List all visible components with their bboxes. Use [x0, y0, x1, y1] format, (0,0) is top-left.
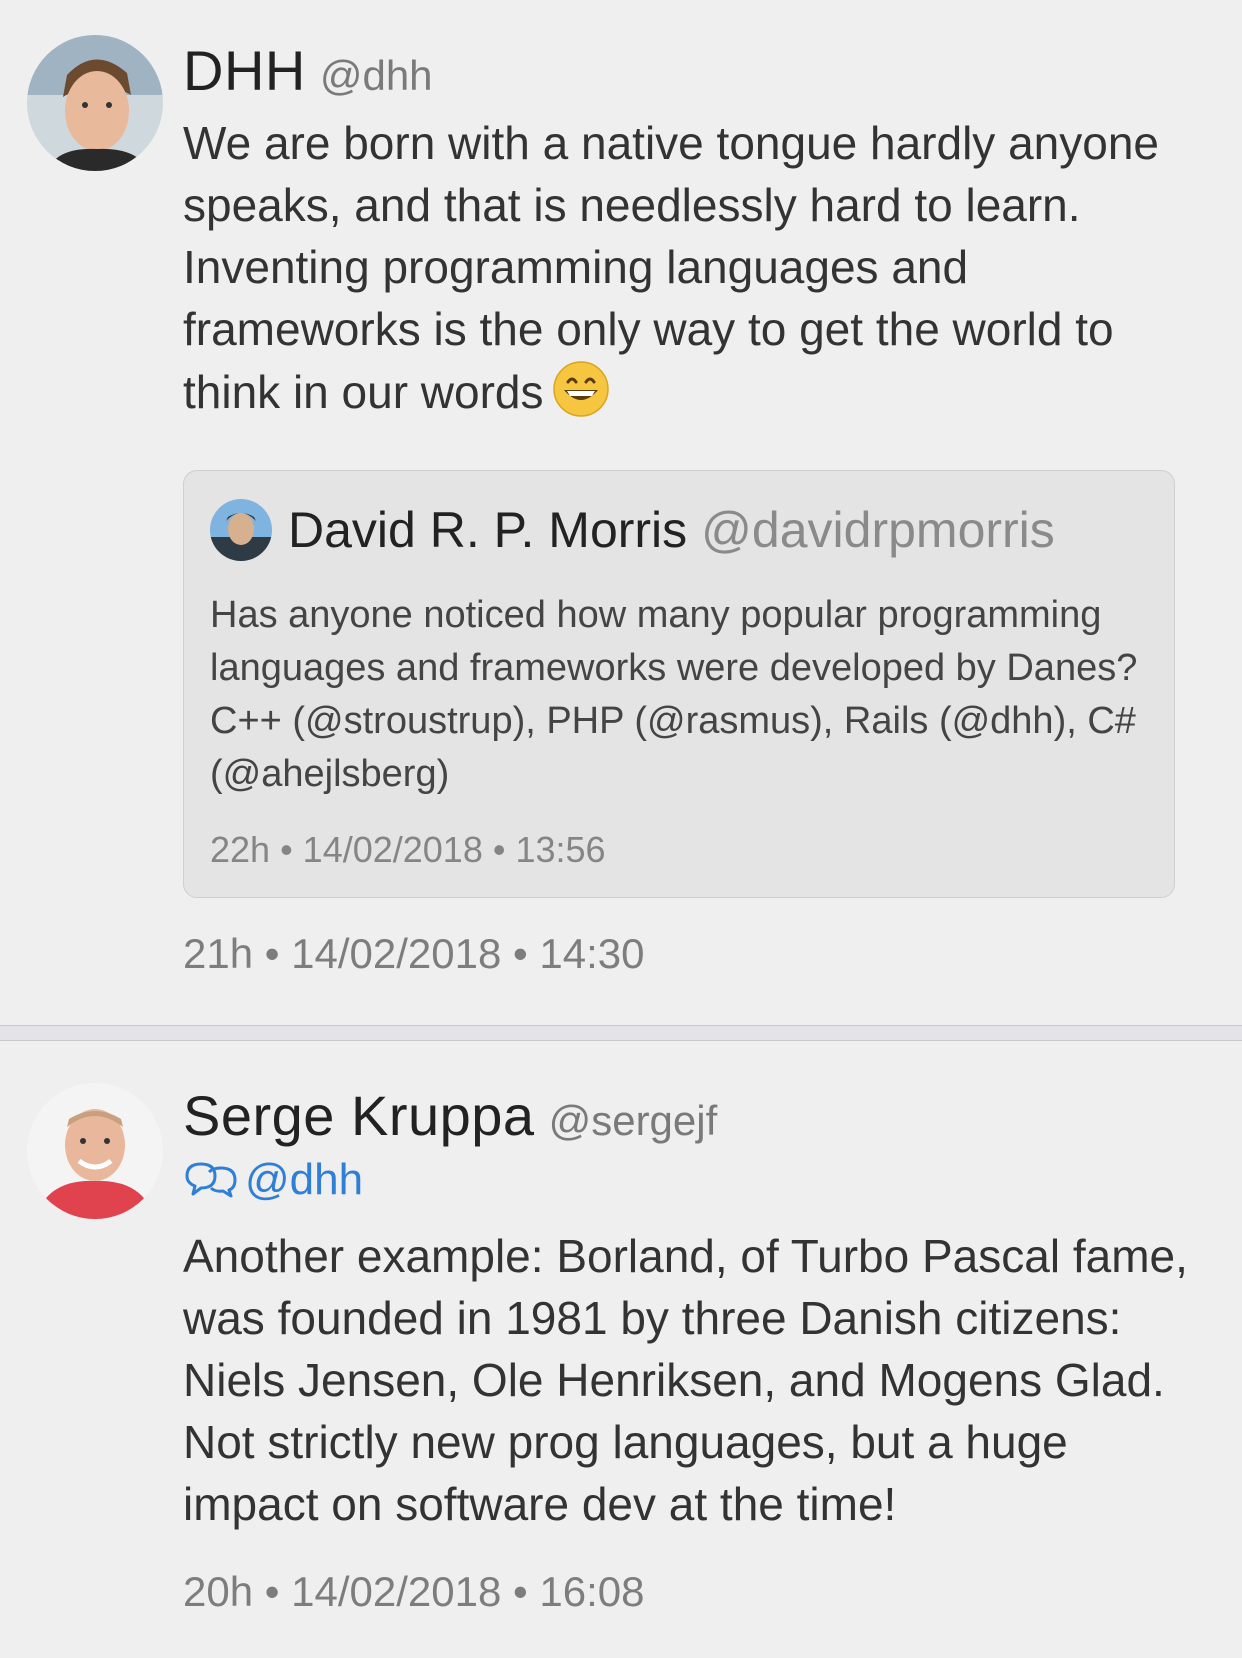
tweet-dhh[interactable]: DHH @dhh We are born with a native tongue…	[0, 0, 1242, 1025]
tweet-timestamp: 20h • 14/02/2018 • 16:08	[183, 1568, 645, 1615]
avatar-sergejf[interactable]	[27, 1083, 163, 1219]
avatar-dhh[interactable]	[27, 35, 163, 171]
quoted-tweet-timestamp: 22h • 14/02/2018 • 13:56	[210, 829, 606, 870]
quoted-author-row: David R. P. Morris @davidrpmorris	[288, 501, 1055, 559]
author-handle[interactable]: @sergejf	[549, 1097, 718, 1144]
speech-bubbles-icon	[183, 1158, 239, 1203]
author-name[interactable]: DHH	[183, 39, 306, 102]
quoted-tweet-text: Has anyone noticed how many popular prog…	[210, 594, 1138, 795]
divider	[0, 1025, 1242, 1041]
author-row: Serge Kruppa @sergejf	[183, 1083, 717, 1148]
grinning-face-emoji-icon	[552, 360, 610, 418]
author-handle[interactable]: @dhh	[320, 52, 433, 99]
quoted-author-name[interactable]: David R. P. Morris	[288, 502, 687, 558]
tweet-text-content: We are born with a native tongue hardly …	[183, 117, 1159, 418]
tweet-timestamp: 21h • 14/02/2018 • 14:30	[183, 930, 645, 977]
author-name[interactable]: Serge Kruppa	[183, 1084, 535, 1147]
quoted-author-handle[interactable]: @davidrpmorris	[701, 502, 1055, 558]
quoted-tweet[interactable]: David R. P. Morris @davidrpmorris Has any…	[183, 470, 1175, 898]
author-row: DHH @dhh	[183, 38, 433, 103]
reply-to-row[interactable]: @dhh	[183, 1155, 363, 1205]
tweet-text: We are born with a native tongue hardly …	[183, 112, 1203, 423]
avatar-davidrpmorris[interactable]	[210, 499, 272, 561]
tweet-text: Another example: Borland, of Turbo Pasca…	[183, 1230, 1188, 1530]
reply-to-handle[interactable]: @dhh	[245, 1155, 363, 1204]
